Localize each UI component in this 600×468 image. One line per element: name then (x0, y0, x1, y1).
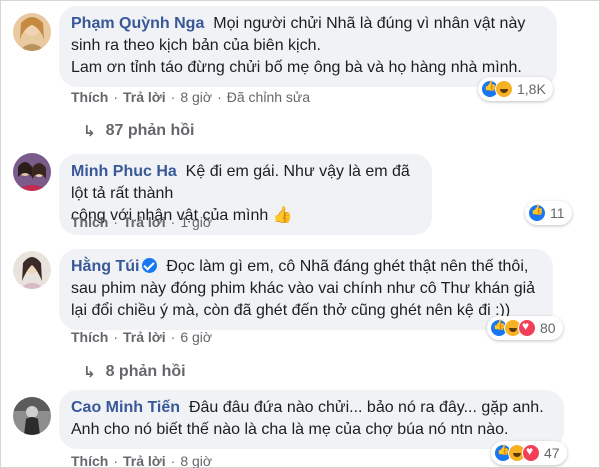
love-icon (518, 319, 536, 337)
commenter-name[interactable]: Minh Phuc Ha (71, 163, 177, 180)
commenter-name[interactable]: Hằng Túi (71, 258, 139, 275)
like-link[interactable]: Thích (71, 329, 108, 345)
replies-count: 8 phản hồi (105, 363, 186, 380)
avatar[interactable] (13, 13, 51, 51)
reply-link[interactable]: Trả lời (123, 453, 166, 468)
edited-label: Đã chỉnh sửa (226, 89, 311, 105)
timestamp[interactable]: 1 giờ (180, 214, 212, 230)
like-link[interactable]: Thích (71, 453, 108, 468)
view-replies-link[interactable]: ↳ 87 phản hồi (83, 122, 194, 140)
reaction-count: 47 (544, 445, 560, 461)
like-icon (528, 204, 546, 222)
avatar[interactable] (13, 153, 51, 191)
reaction-summary[interactable]: 1,8K (478, 77, 553, 101)
commenter-name[interactable]: Cao Minh Tiến (71, 399, 180, 416)
reply-arrow-icon: ↳ (83, 123, 96, 140)
comment-text: Anh cho nó biết thế nào là cha là mẹ của… (71, 421, 509, 438)
reply-arrow-icon: ↳ (83, 364, 96, 381)
haha-icon (495, 80, 513, 98)
comment-actions: Thích · Trả lời · 8 giờ · Đã chỉnh sửa (71, 89, 311, 105)
reaction-count: 80 (540, 320, 556, 336)
comments-panel: Phạm Quỳnh Nga Mọi người chửi Nhã là đún… (0, 0, 600, 468)
reaction-summary[interactable]: 47 (491, 441, 567, 465)
comment-actions: Thích · Trả lời · 6 giờ (71, 329, 213, 345)
view-replies-link[interactable]: ↳ 8 phản hồi (83, 363, 186, 381)
comment-text: Đâu đâu đứa nào chửi... bảo nó ra đây...… (188, 399, 544, 416)
comment-bubble: Hằng Túi Đọc làm gì em, cô Nhã đáng ghét… (59, 249, 553, 330)
reaction-summary[interactable]: 80 (487, 316, 563, 340)
comment-text: Mọi người chửi Nhã là đúng vì nhân vật n… (213, 15, 526, 32)
verified-badge-icon (142, 258, 158, 273)
replies-count: 87 phản hồi (105, 122, 195, 139)
reply-link[interactable]: Trả lời (123, 214, 166, 230)
comment-bubble: Cao Minh Tiến Đâu đâu đứa nào chửi... bả… (59, 390, 564, 449)
comment-bubble: Phạm Quỳnh Nga Mọi người chửi Nhã là đún… (59, 6, 557, 87)
timestamp[interactable]: 8 giờ (180, 89, 212, 105)
timestamp[interactable]: 8 giờ (180, 453, 212, 468)
comment-text: sau phim này đóng phim khác vào vai chín… (71, 280, 536, 297)
love-icon (522, 444, 540, 462)
like-link[interactable]: Thích (71, 89, 108, 105)
reply-link[interactable]: Trả lời (123, 89, 166, 105)
comment-text: lại đổi chiều ý mà, còn đã ghét đến thở … (71, 302, 511, 319)
like-link[interactable]: Thích (71, 214, 108, 230)
timestamp[interactable]: 6 giờ (180, 329, 212, 345)
reply-link[interactable]: Trả lời (123, 329, 166, 345)
comment-actions: Thích · Trả lời · 8 giờ (71, 453, 213, 468)
commenter-name[interactable]: Phạm Quỳnh Nga (71, 15, 204, 32)
comment-text: sinh ra theo kịch bản của biên kịch. (71, 37, 321, 54)
comment-text: Đọc làm gì em, cô Nhã đáng ghét thật nên… (166, 258, 529, 275)
reaction-summary[interactable]: 11 (525, 201, 572, 225)
reaction-count: 11 (550, 205, 565, 221)
reaction-count: 1,8K (517, 81, 546, 97)
comment-actions: Thích · Trả lời · 1 giờ (71, 214, 213, 230)
comment-text: Lam ơn tỉnh táo đừng chửi bố mẹ ông bà v… (71, 59, 522, 76)
avatar[interactable] (13, 397, 51, 435)
avatar[interactable] (13, 251, 51, 289)
